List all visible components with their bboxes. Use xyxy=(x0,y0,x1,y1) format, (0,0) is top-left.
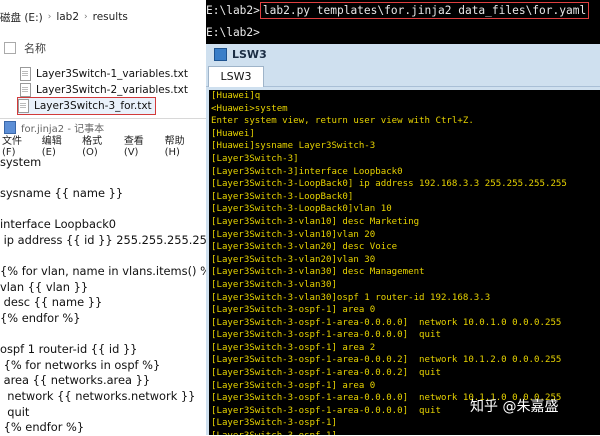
console-line: [Layer3Switch-3-vlan10] desc Marketing xyxy=(211,216,420,227)
console-line: [Layer3Switch-3-vlan20]vlan 30 xyxy=(211,254,376,265)
console-line: [Layer3Switch-3-vlan30] desc Management xyxy=(211,267,425,278)
notepad-line: ospf 1 router-id {{ id }} xyxy=(0,342,138,357)
console-line: [Layer3Switch-3-ospf-1] area 0 xyxy=(211,380,376,391)
notepad-line: ip address {{ id }} 255.255.255.255 xyxy=(0,232,215,247)
lsw3-window: LSW3 LSW3 [Huawei]q <Huawei>system Enter s… xyxy=(206,44,600,435)
console-line: [Layer3Switch-3-LoopBack0] ip address 19… xyxy=(211,179,567,190)
breadcrumb-results[interactable]: results xyxy=(93,11,128,23)
notepad-line xyxy=(0,202,206,218)
notepad-line: {% endfor %} xyxy=(0,310,81,325)
watermark: 知乎 @朱嘉盛 xyxy=(470,399,559,415)
console-line: Enter system view, return user view with… xyxy=(211,116,474,127)
notepad-line: vlan {{ vlan }} xyxy=(0,279,89,294)
console-line: [Huawei]q xyxy=(211,91,261,101)
breadcrumb: 磁盘 (E:) › lab2 › results xyxy=(0,8,128,26)
console-line: [Layer3Switch-3-ospf-1] xyxy=(209,430,600,435)
select-all-checkbox[interactable] xyxy=(4,42,16,54)
prompt: E:\lab2> xyxy=(206,4,260,17)
breadcrumb-drive[interactable]: 磁盘 (E:) xyxy=(0,10,43,25)
file-name: Layer3Switch-2_variables.txt xyxy=(36,84,189,96)
console-line: [Layer3Switch-3-vlan20] desc Voice xyxy=(211,242,398,253)
notepad-line: quit xyxy=(0,404,30,419)
tab-strip: LSW3 xyxy=(206,64,600,87)
console-line: [Layer3Switch-3-ospf-1-area-0.0.0.0] net… xyxy=(211,317,562,328)
console-output[interactable]: [Huawei]q <Huawei>system Enter system view… xyxy=(209,90,600,435)
notepad-line: {% endfor %} xyxy=(0,420,85,435)
console-line: [Huawei]sysname Layer3Switch-3 xyxy=(211,141,376,152)
console-line: [Layer3Switch-3-LoopBack0]vlan 10 xyxy=(211,204,392,215)
file-item[interactable]: Layer3Switch-2_variables.txt xyxy=(20,82,188,98)
notepad-window: for.jinja2 - 记事本 文件(F) 编辑(E) 格式(O) 查看(V)… xyxy=(0,118,219,435)
console-line: [Layer3Switch-3-ospf-1] area 2 xyxy=(211,342,376,353)
notepad-line: network {{ networks.network }} xyxy=(0,388,196,403)
notepad-line: desc {{ name }} xyxy=(0,295,103,310)
notepad-menubar: 文件(F) 编辑(E) 格式(O) 查看(V) 帮助(H) xyxy=(0,136,206,158)
notepad-line: system xyxy=(0,155,42,169)
notepad-line xyxy=(0,249,206,265)
command-line: E:\lab2> lab2.py templates\for.jinja2 dat… xyxy=(206,2,590,19)
notepad-text-area[interactable]: system sysname {{ name }} interface Loopba… xyxy=(0,155,219,435)
console-line: [Layer3Switch-3-ospf-1] xyxy=(211,418,337,429)
notepad-line xyxy=(0,327,206,343)
chevron-right-icon: › xyxy=(84,12,88,22)
notepad-line: {% for networks in ospf %} xyxy=(0,357,161,372)
file-item-selected[interactable]: Layer3Switch-3_for.txt xyxy=(17,97,156,115)
console-line: [Huawei] xyxy=(211,128,255,139)
notepad-line: interface Loopback0 xyxy=(0,217,117,232)
console-line: [Layer3Switch-3-vlan30] xyxy=(211,279,337,290)
window-title: LSW3 xyxy=(232,47,267,61)
notepad-line: {% for vlan, name in vlans.items() %} xyxy=(0,264,219,279)
text-file-icon xyxy=(20,83,31,97)
console-line: [Layer3Switch-3-ospf-1-area-0.0.0.0] qui… xyxy=(211,330,441,341)
column-header-name[interactable]: 名称 xyxy=(24,40,46,56)
console-line: <Huawei>system xyxy=(211,103,288,114)
lsw3-titlebar[interactable]: LSW3 xyxy=(206,44,600,64)
notepad-line: area {{ networks.area }} xyxy=(0,373,151,388)
console-line: [Layer3Switch-3-vlan10]vlan 20 xyxy=(211,229,376,240)
command-prompt[interactable]: E:\lab2> lab2.py templates\for.jinja2 dat… xyxy=(206,0,600,44)
notepad-line: sysname {{ name }} xyxy=(0,186,124,201)
notepad-line xyxy=(0,171,206,187)
console-line: [Layer3Switch-3-ospf-1] area 0 xyxy=(211,305,376,316)
console-line: [Layer3Switch-3] xyxy=(211,153,299,164)
console-line: [Layer3Switch-3-ospf-1-area-0.0.0.2] qui… xyxy=(211,368,441,379)
chevron-right-icon: › xyxy=(47,12,52,22)
console-line: [Layer3Switch-3-LoopBack0] xyxy=(211,191,354,202)
text-file-icon xyxy=(18,99,29,113)
file-item[interactable]: Layer3Switch-1_variables.txt xyxy=(20,66,188,82)
terminal-icon xyxy=(214,47,227,61)
highlighted-command: lab2.py templates\for.jinja2 data_files\… xyxy=(259,2,590,19)
file-explorer: 磁盘 (E:) › lab2 › results 名称 Layer3Switch… xyxy=(0,0,205,118)
text-file-icon xyxy=(20,67,31,81)
tab-lsw3[interactable]: LSW3 xyxy=(208,66,264,87)
console-line: [Layer3Switch-3-vlan30]ospf 1 router-id … xyxy=(211,292,491,303)
console-line: [Layer3Switch-3-ospf-1-area-0.0.0.2] net… xyxy=(211,355,562,366)
breadcrumb-lab2[interactable]: lab2 xyxy=(56,11,79,23)
column-header[interactable]: 名称 xyxy=(0,38,205,58)
file-name: Layer3Switch-3_for.txt xyxy=(34,100,152,112)
prompt: E:\lab2> xyxy=(206,26,260,39)
console-line: [Layer3Switch-3]interface Loopback0 xyxy=(211,166,403,177)
file-name: Layer3Switch-1_variables.txt xyxy=(36,68,189,80)
